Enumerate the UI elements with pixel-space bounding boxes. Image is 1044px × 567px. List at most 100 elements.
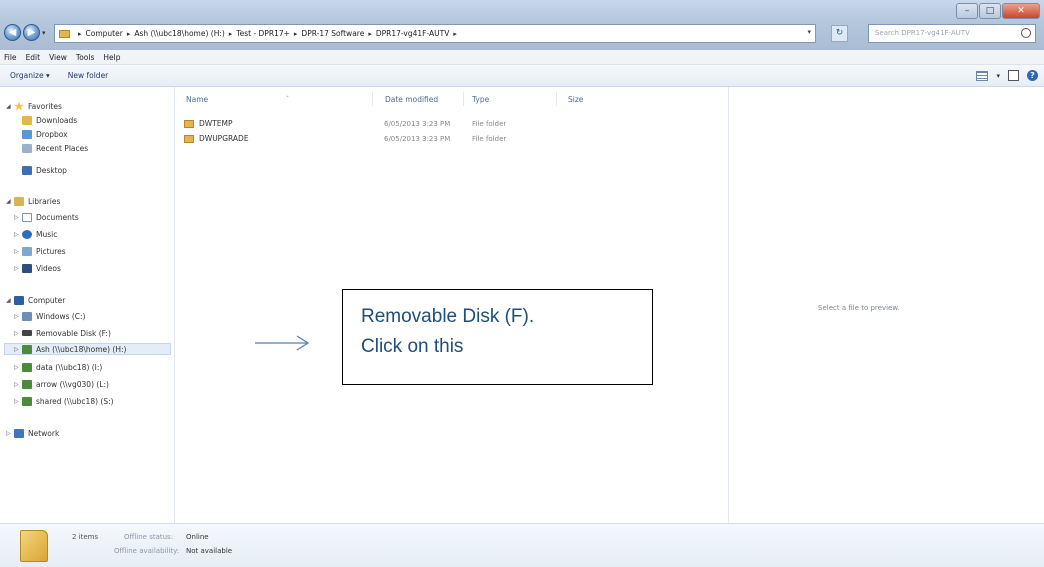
menu-file[interactable]: File [4,53,17,62]
expand-arrow-icon[interactable]: ▷ [14,265,22,272]
nav-dropbox[interactable]: Dropbox [22,128,68,140]
nav-windows-drive[interactable]: ▷ Windows (C:) [14,310,85,322]
organize-button[interactable]: Organize ▾ [10,71,50,80]
menu-edit[interactable]: Edit [26,53,41,62]
downloads-icon [22,115,32,125]
address-dropdown-icon[interactable]: ▾ [807,28,811,36]
column-divider[interactable] [556,92,557,106]
refresh-button[interactable]: ↻ [831,25,848,42]
column-header-name[interactable]: Name ˆ [186,95,289,104]
annotation-arrow-icon [255,335,310,351]
folder-icon [184,119,194,128]
breadcrumb-current[interactable]: DPR17-vg41F-AUTV [376,29,450,38]
nav-shared-drive[interactable]: ▷ shared (\\ubc18) (S:) [14,395,114,407]
expand-arrow-icon[interactable]: ▷ [14,231,22,238]
breadcrumb-separator[interactable]: ▸ [453,30,457,38]
nav-removable-disk[interactable]: ▷ Removable Disk (F:) [14,327,111,339]
recent-pages-dropdown[interactable]: ▾ [42,29,46,37]
menu-view[interactable]: View [49,53,67,62]
collapse-arrow-icon[interactable]: ◢ [6,198,14,205]
expand-arrow-icon[interactable]: ▷ [14,346,22,353]
nav-desktop[interactable]: Desktop [22,164,67,176]
nav-label: Libraries [28,196,61,206]
breadcrumb-ash[interactable]: Ash (\\ubc18\home) (H:) [134,29,224,38]
nav-libraries[interactable]: ◢ Libraries [6,195,60,207]
breadcrumb-separator[interactable]: ▸ [294,30,298,38]
nav-computer[interactable]: ◢ Computer [6,294,65,306]
title-bar: ◀ ▶ ▾ ▸ Computer ▸ Ash (\\ubc18\home) (H… [0,0,1044,50]
maximize-button[interactable]: □ [979,3,1001,19]
breadcrumb-separator[interactable]: ▸ [368,30,372,38]
expand-arrow-icon[interactable]: ▷ [6,430,14,437]
breadcrumb-computer[interactable]: Computer [86,29,123,38]
column-header-type[interactable]: Type [472,95,489,104]
column-header-size[interactable]: Size [568,95,583,104]
navigation-pane: ◢ Favorites Downloads Dropbox Recent Pla… [0,87,175,523]
file-row[interactable]: DWTEMP 6/05/2013 3:23 PM File folder [184,117,554,130]
nav-label: Removable Disk (F:) [36,328,111,338]
expand-arrow-icon[interactable]: ▷ [14,214,22,221]
preview-pane-icon[interactable] [1008,70,1019,81]
nav-label: Windows (C:) [36,311,86,321]
nav-pictures[interactable]: ▷ Pictures [14,245,66,257]
menu-tools[interactable]: Tools [76,53,94,62]
expand-arrow-icon[interactable]: ▷ [14,381,22,388]
nav-label: data (\\ubc18) (I:) [36,362,103,372]
column-header-date[interactable]: Date modified [385,95,438,104]
nav-network[interactable]: ▷ Network [6,427,59,439]
nav-recent-places[interactable]: Recent Places [22,142,88,154]
minimize-button[interactable]: – [956,3,978,19]
breadcrumb-software[interactable]: DPR-17 Software [301,29,364,38]
nav-favorites[interactable]: ◢ Favorites [6,100,62,112]
breadcrumb-test[interactable]: Test - DPR17+ [236,29,290,38]
file-name: DWUPGRADE [199,134,249,143]
file-date: 6/05/2013 3:23 PM [384,119,451,128]
nav-ash-drive[interactable]: ▷ Ash (\\ubc18\home) (H:) [4,343,171,355]
network-drive-icon [22,362,32,372]
address-bar[interactable]: ▸ Computer ▸ Ash (\\ubc18\home) (H:) ▸ T… [54,24,816,43]
view-options-dropdown[interactable]: ▾ [996,72,1000,80]
expand-arrow-icon[interactable]: ▷ [14,313,22,320]
column-divider[interactable] [463,92,464,106]
nav-documents[interactable]: ▷ Documents [14,211,79,223]
expand-arrow-icon[interactable]: ▷ [14,398,22,405]
file-row[interactable]: DWUPGRADE 6/05/2013 3:23 PM File folder [184,132,554,145]
details-pane: 2 items Offline status: Online Offline a… [0,523,1044,567]
collapse-arrow-icon[interactable]: ◢ [6,103,14,110]
nav-label: Videos [36,263,61,273]
dropbox-icon [22,129,32,139]
nav-downloads[interactable]: Downloads [22,114,77,126]
new-folder-button[interactable]: New folder [68,71,109,80]
offline-status-label: Offline status: [124,533,174,541]
nav-data-drive[interactable]: ▷ data (\\ubc18) (I:) [14,361,102,373]
forward-button[interactable]: ▶ [23,24,40,41]
breadcrumb-separator[interactable]: ▸ [229,30,233,38]
menu-bar: File Edit View Tools Help [0,50,1044,65]
nav-videos[interactable]: ▷ Videos [14,262,61,274]
collapse-arrow-icon[interactable]: ◢ [6,297,14,304]
item-count: 2 items [72,533,99,541]
change-view-icon[interactable] [976,70,989,81]
nav-label: Dropbox [36,129,68,139]
help-icon[interactable]: ? [1027,70,1038,81]
breadcrumb-separator[interactable]: ▸ [127,30,131,38]
back-button[interactable]: ◀ [4,24,21,41]
menu-help[interactable]: Help [103,53,120,62]
expand-arrow-icon[interactable]: ▷ [14,364,22,371]
nav-label: Downloads [36,115,78,125]
breadcrumb-separator[interactable]: ▸ [78,30,82,38]
music-icon [22,229,32,239]
close-button[interactable]: ✕ [1002,3,1040,19]
column-divider[interactable] [372,92,373,106]
expand-arrow-icon[interactable]: ▷ [14,330,22,337]
expand-arrow-icon[interactable]: ▷ [14,248,22,255]
libraries-icon [14,196,24,206]
nav-music[interactable]: ▷ Music [14,228,57,240]
file-name: DWTEMP [199,119,233,128]
search-input[interactable]: Search DPR17-vg41F-AUTV [868,24,1036,43]
network-drive-icon [22,396,32,406]
nav-arrow-drive[interactable]: ▷ arrow (\\vg030) (L:) [14,378,109,390]
nav-label: Pictures [36,246,66,256]
nav-label: Ash (\\ubc18\home) (H:) [36,344,127,354]
search-icon[interactable] [1021,28,1031,38]
